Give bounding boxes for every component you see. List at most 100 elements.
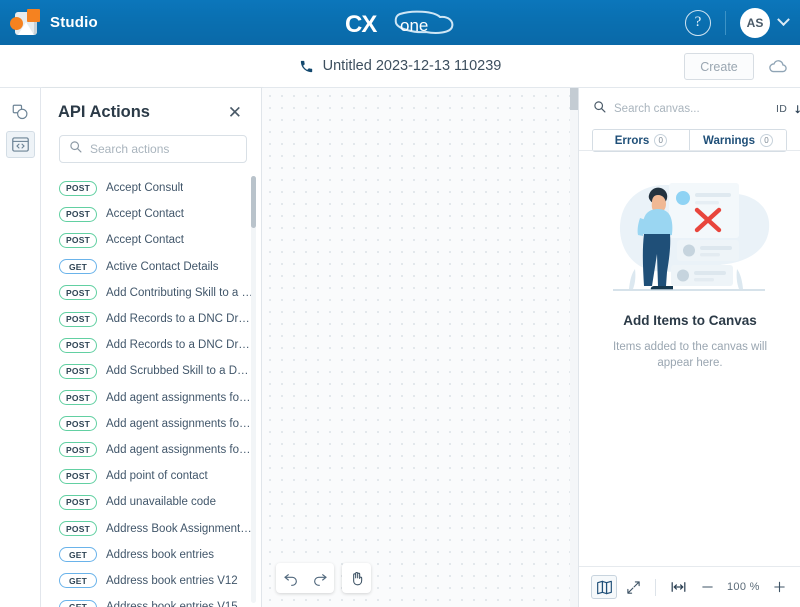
empty-state-subtitle: Items added to the canvas will appear he…: [612, 341, 768, 369]
api-action-row[interactable]: POST Add agent assignments for s...: [59, 437, 261, 463]
history-tool-group: [276, 563, 334, 593]
api-action-row[interactable]: POST Address Book Assignment V4: [59, 515, 261, 541]
api-action-label: Address Book Assignment V4: [106, 522, 254, 535]
api-action-label: Accept Contact: [106, 208, 184, 221]
api-panel-title: API Actions: [58, 103, 150, 121]
tab-errors-count: 0: [654, 134, 668, 147]
top-navigation-bar: Studio CX one ? AS: [0, 0, 800, 45]
api-action-row[interactable]: POST Add unavailable code: [59, 489, 261, 515]
http-verb-badge: POST: [59, 416, 97, 432]
tab-warnings-label: Warnings: [703, 134, 755, 147]
http-verb-badge: POST: [59, 468, 97, 484]
tab-warnings[interactable]: Warnings 0: [689, 130, 786, 151]
phone-icon: [299, 59, 314, 74]
help-circle-icon[interactable]: ?: [685, 9, 711, 36]
script-title-group: Untitled 2023-12-13 110239: [299, 58, 502, 74]
fit-width-icon[interactable]: [665, 575, 691, 599]
cloud-upload-icon[interactable]: [768, 59, 788, 75]
api-action-label: Add agent assignments for s...: [106, 443, 254, 456]
topbar-actions: ? AS: [685, 0, 790, 45]
http-verb-badge: POST: [59, 337, 97, 353]
http-verb-badge: POST: [59, 311, 97, 327]
script-title-label: Untitled 2023-12-13 110239: [322, 58, 502, 74]
api-action-row[interactable]: POST Accept Contact: [59, 201, 261, 227]
api-action-label: Address book entries: [106, 548, 215, 561]
script-header-actions: Create: [684, 45, 788, 88]
api-action-label: Add agent assignments for s...: [106, 391, 254, 404]
toolbar-divider: [655, 578, 656, 596]
api-action-row[interactable]: GET Address book entries V15: [59, 594, 261, 607]
avatar[interactable]: AS: [740, 7, 770, 38]
topbar-divider: [725, 10, 726, 35]
search-icon: [69, 140, 82, 158]
api-action-row[interactable]: GET Address book entries V12: [59, 568, 261, 594]
map-book-icon[interactable]: [591, 575, 617, 599]
zoom-in-button[interactable]: [767, 575, 793, 599]
panel-divider: [579, 150, 800, 151]
http-verb-badge: POST: [59, 285, 97, 301]
tools-shapes-icon[interactable]: [6, 98, 35, 125]
tab-errors[interactable]: Errors 0: [593, 130, 689, 151]
api-action-label: Add agent assignments for s...: [106, 417, 254, 430]
api-search-wrap: [41, 131, 261, 173]
http-verb-badge: GET: [59, 547, 97, 563]
studio-brand[interactable]: Studio: [0, 8, 98, 37]
close-icon[interactable]: ✕: [225, 102, 245, 123]
create-button[interactable]: Create: [684, 53, 754, 80]
tab-warnings-count: 0: [759, 134, 773, 147]
script-header-bar: Untitled 2023-12-13 110239 Create: [0, 45, 800, 88]
api-action-row[interactable]: POST Add Records to a DNC Droup: [59, 332, 261, 358]
flow-canvas[interactable]: [262, 88, 578, 607]
scrollbar-thumb[interactable]: [251, 176, 256, 228]
zoom-out-button[interactable]: [694, 575, 720, 599]
api-action-row[interactable]: POST Add point of contact: [59, 463, 261, 489]
api-action-row[interactable]: GET Active Contact Details: [59, 254, 261, 280]
pan-tool-group: [342, 563, 371, 593]
http-verb-badge: POST: [59, 180, 97, 196]
redo-icon[interactable]: [305, 563, 334, 593]
studio-logo-icon: [10, 8, 40, 37]
svg-text:one: one: [400, 16, 428, 35]
api-action-label: Add Scrubbed Skill to a DNC...: [106, 365, 254, 378]
api-action-row[interactable]: POST Add Records to a DNC Droup: [59, 306, 261, 332]
api-search-box[interactable]: [59, 135, 247, 163]
app-name-label: Studio: [50, 14, 98, 31]
api-code-icon[interactable]: [5, 131, 35, 158]
http-verb-badge: POST: [59, 442, 97, 458]
api-action-row[interactable]: POST Accept Contact: [59, 227, 261, 253]
api-actions-list[interactable]: POST Accept Consult POST Accept Contact POST…: [41, 175, 261, 607]
api-action-label: Add Contributing Skill to a D...: [106, 286, 254, 299]
canvas-search-input[interactable]: [614, 103, 768, 115]
chevron-down-icon[interactable]: [777, 13, 790, 27]
sort-descending-icon[interactable]: [795, 103, 800, 116]
api-action-row[interactable]: POST Add Contributing Skill to a D...: [59, 280, 261, 306]
http-verb-badge: POST: [59, 232, 97, 248]
http-verb-badge: GET: [59, 259, 97, 275]
api-action-row[interactable]: POST Add Scrubbed Skill to a DNC...: [59, 358, 261, 384]
api-action-label: Address book entries V12: [106, 574, 238, 587]
hand-pan-icon[interactable]: [342, 563, 371, 593]
api-action-label: Add point of contact: [106, 470, 208, 483]
search-input[interactable]: [90, 142, 237, 156]
api-action-row[interactable]: POST Add agent assignments for s...: [59, 385, 261, 411]
sort-by-id-label[interactable]: ID: [776, 103, 787, 115]
api-action-label: Add unavailable code: [106, 496, 216, 509]
api-actions-panel: API Actions ✕ POST Accept Consult POST Acce…: [41, 88, 262, 607]
left-icon-rail: [0, 88, 41, 607]
person-viewing-cards-illustration: [597, 166, 783, 299]
api-action-row[interactable]: GET Address book entries: [59, 542, 261, 568]
http-verb-badge: GET: [59, 573, 97, 589]
scrollbar-thumb[interactable]: [570, 88, 578, 110]
tab-errors-label: Errors: [614, 134, 650, 147]
api-action-label: Address book entries V15: [106, 601, 238, 607]
http-verb-badge: POST: [59, 494, 97, 510]
canvas-vertical-scrollbar[interactable]: [570, 88, 578, 607]
api-list-scrollbar[interactable]: [251, 176, 256, 603]
api-action-row[interactable]: POST Accept Consult: [59, 175, 261, 201]
api-action-row[interactable]: POST Add agent assignments for s...: [59, 411, 261, 437]
api-action-label: Add Records to a DNC Droup: [106, 339, 254, 352]
zoom-level-label: 100 %: [727, 581, 760, 593]
api-panel-header: API Actions ✕: [41, 88, 261, 131]
expand-diagonal-icon[interactable]: [620, 575, 646, 599]
undo-icon[interactable]: [276, 563, 305, 593]
